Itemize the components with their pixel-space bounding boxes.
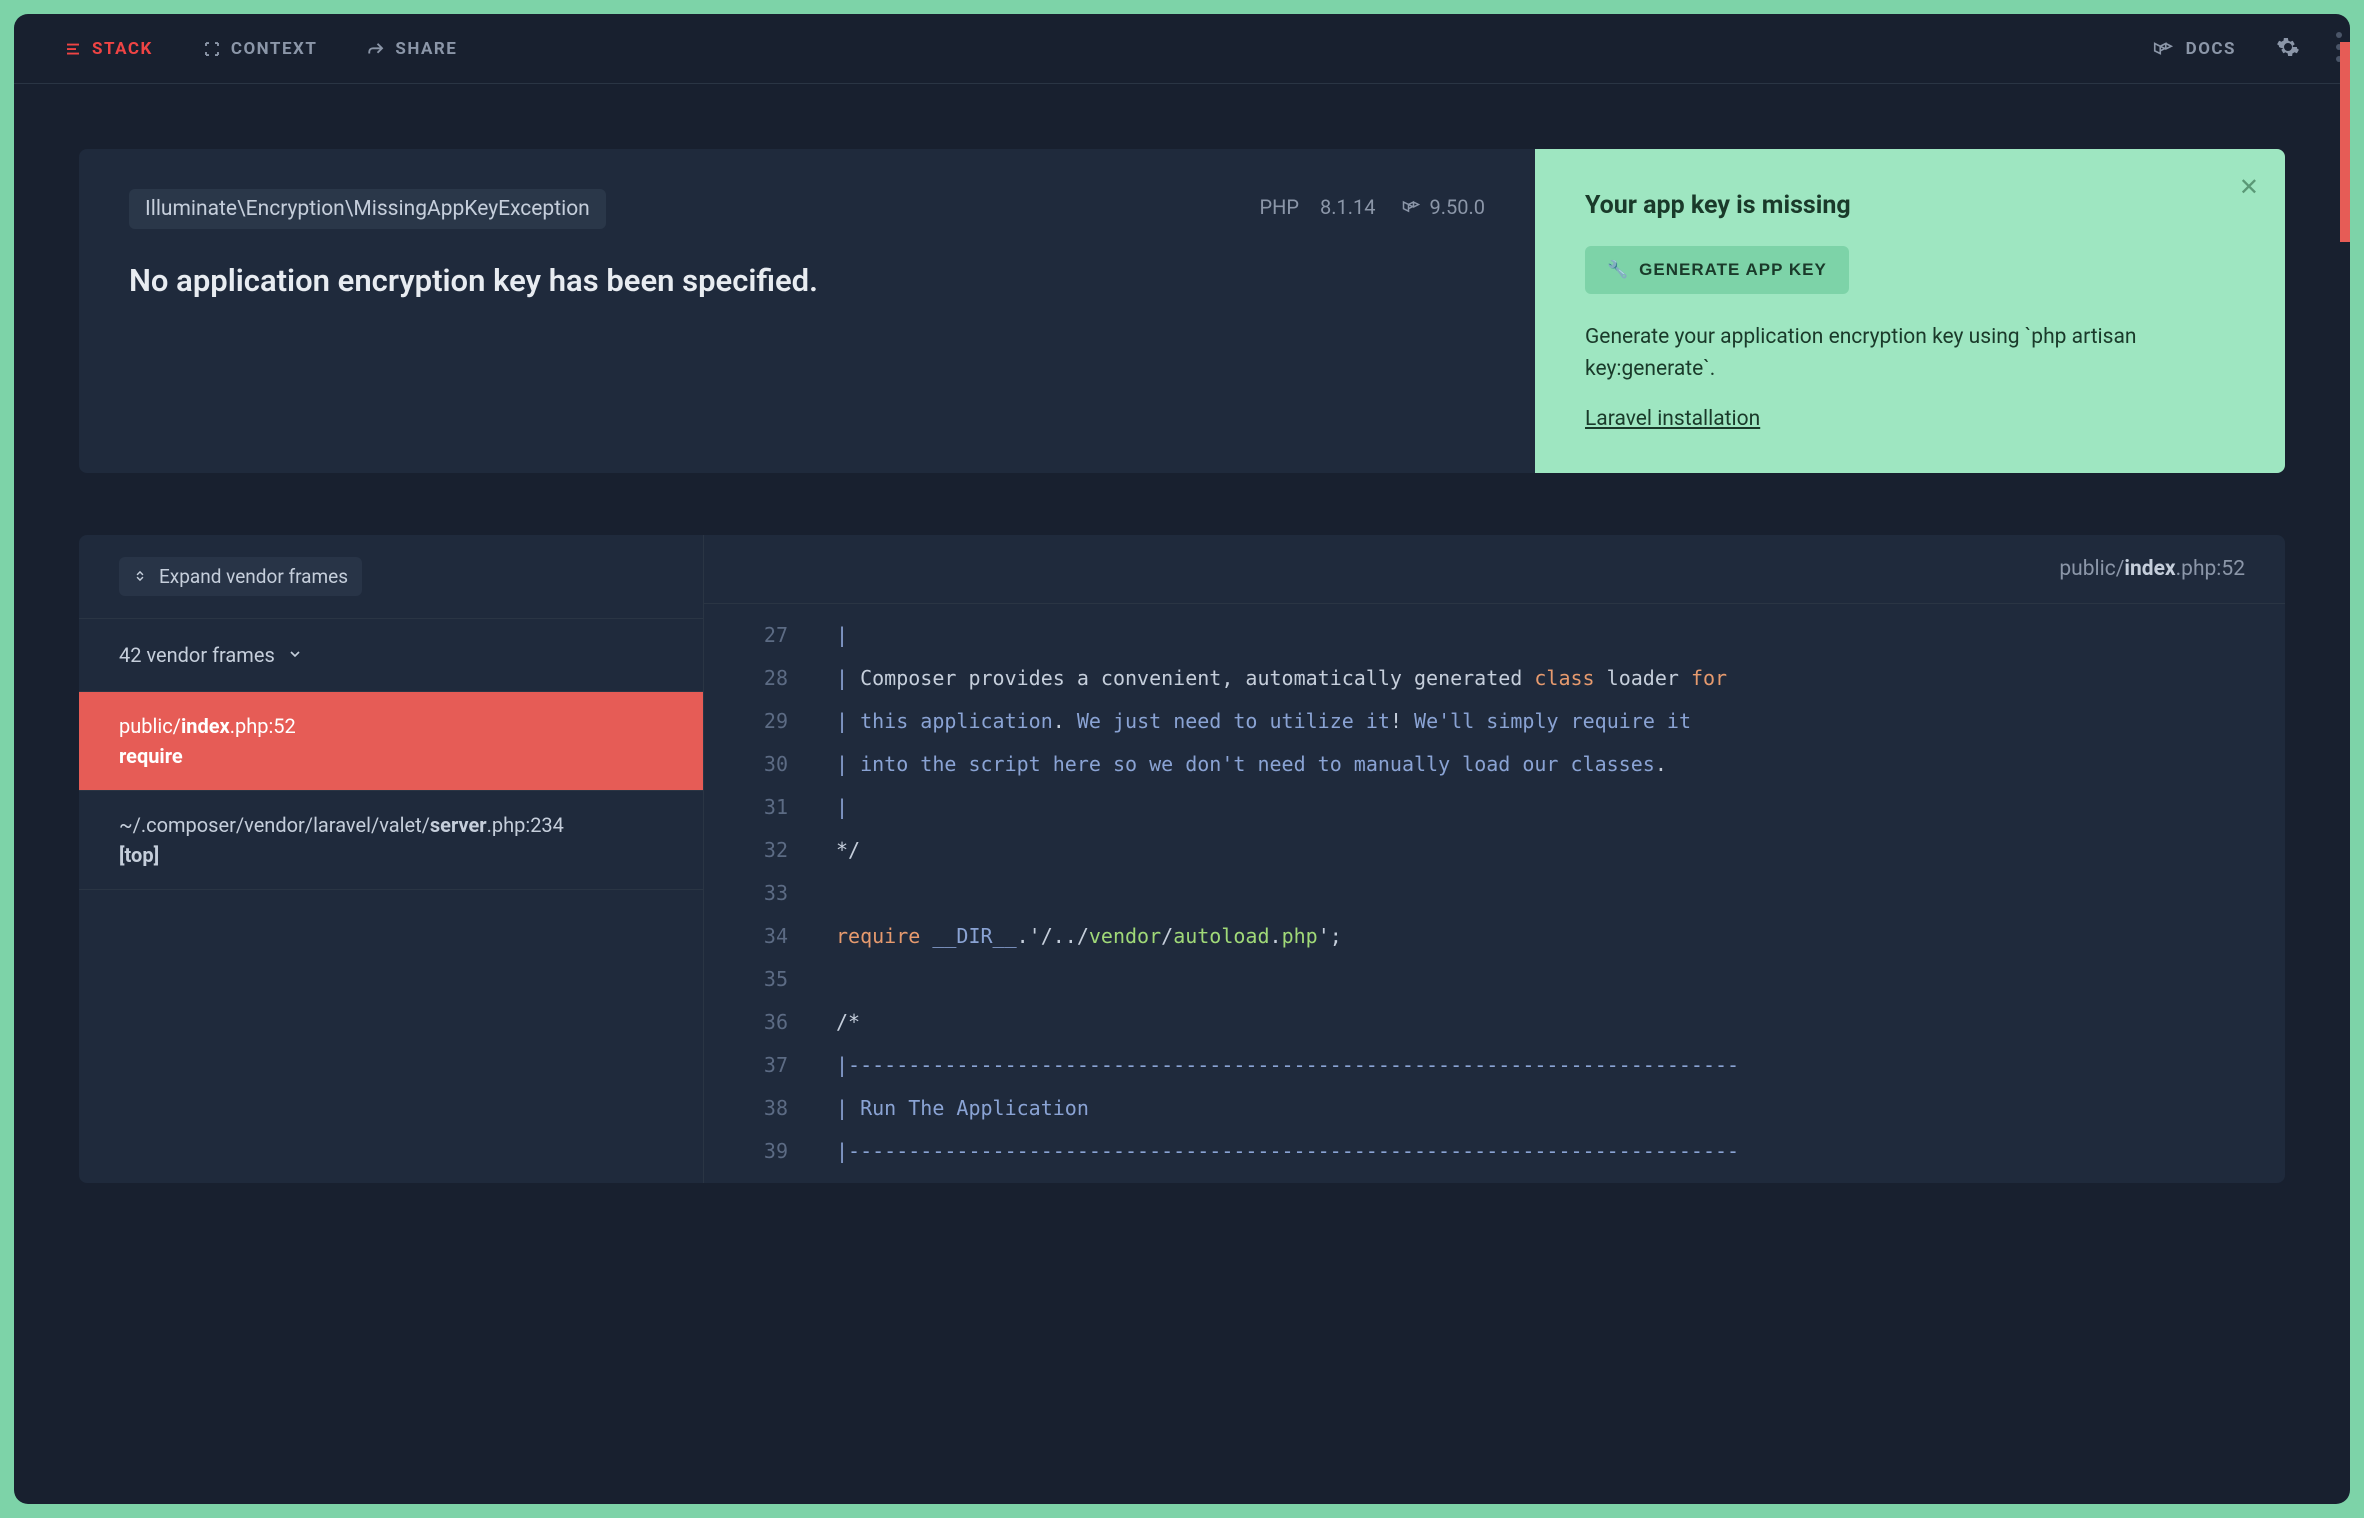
generate-app-key-button[interactable]: 🔧 GENERATE APP KEY bbox=[1585, 246, 1849, 294]
frame-method: require bbox=[119, 744, 663, 768]
expand-bar: Expand vendor frames bbox=[79, 535, 703, 619]
chevron-down-icon bbox=[287, 643, 303, 667]
docs-link[interactable]: DOCS bbox=[2152, 38, 2236, 60]
error-details: PHP 8.1.14 9.50.0 Illuminate\Encryption\… bbox=[79, 149, 1535, 473]
line-number: 38 bbox=[744, 1087, 788, 1130]
laravel-version: 9.50.0 bbox=[1401, 195, 1485, 219]
tab-share-label: SHARE bbox=[395, 39, 457, 59]
wrench-icon: 🔧 bbox=[1607, 260, 1629, 280]
generate-button-label: GENERATE APP KEY bbox=[1639, 260, 1827, 280]
topbar-right: DOCS bbox=[2152, 35, 2300, 63]
gear-icon[interactable] bbox=[2276, 35, 2300, 63]
frame-item[interactable]: public/index.php:52 require bbox=[79, 692, 703, 791]
line-content: | this application. We just need to util… bbox=[836, 700, 1691, 743]
line-content: | bbox=[836, 786, 848, 829]
context-icon bbox=[203, 40, 221, 58]
frame-item[interactable]: ~/.composer/vendor/laravel/valet/server.… bbox=[79, 791, 703, 890]
line-content: | Composer provides a convenient, automa… bbox=[836, 657, 1727, 700]
line-number: 37 bbox=[744, 1044, 788, 1087]
line-number: 39 bbox=[744, 1130, 788, 1173]
php-version: PHP 8.1.14 bbox=[1259, 195, 1375, 219]
expand-vendor-frames-button[interactable]: Expand vendor frames bbox=[119, 557, 362, 596]
topbar-nav: STACK CONTEXT SHARE bbox=[64, 39, 457, 59]
solution-panel: ✕ Your app key is missing 🔧 GENERATE APP… bbox=[1535, 149, 2285, 473]
code-line: 39 |-------------------------------------… bbox=[704, 1130, 2285, 1173]
frame-path: ~/.composer/vendor/laravel/valet/server.… bbox=[119, 813, 663, 837]
line-number: 28 bbox=[744, 657, 788, 700]
close-icon[interactable]: ✕ bbox=[2239, 173, 2259, 201]
code-line: 37 |-------------------------------------… bbox=[704, 1044, 2285, 1087]
content: PHP 8.1.14 9.50.0 Illuminate\Encryption\… bbox=[14, 84, 2350, 1504]
line-number: 35 bbox=[744, 958, 788, 1001]
line-content: /* bbox=[836, 1001, 860, 1044]
tab-context[interactable]: CONTEXT bbox=[203, 39, 318, 59]
laravel-icon bbox=[1401, 197, 1421, 217]
vendor-frames-collapsed[interactable]: 42 vendor frames bbox=[79, 619, 703, 692]
code-line: 36 /* bbox=[704, 1001, 2285, 1044]
tab-share[interactable]: SHARE bbox=[367, 39, 457, 59]
line-content: | Run The Application bbox=[836, 1087, 1089, 1130]
share-icon bbox=[367, 40, 385, 58]
line-content: | bbox=[836, 614, 848, 657]
solution-description: Generate your application encryption key… bbox=[1585, 322, 2235, 385]
line-number: 34 bbox=[744, 915, 788, 958]
code-line: 27 | bbox=[704, 614, 2285, 657]
exception-class: Illuminate\Encryption\MissingAppKeyExcep… bbox=[129, 189, 606, 229]
docs-label: DOCS bbox=[2186, 39, 2236, 59]
error-message: No application encryption key has been s… bbox=[129, 259, 1485, 302]
code-line: 32 */ bbox=[704, 829, 2285, 872]
code-column: public/index.php:52 27 | 28 | Composer prov… bbox=[704, 535, 2285, 1183]
line-content: */ bbox=[836, 829, 860, 872]
error-panel: PHP 8.1.14 9.50.0 Illuminate\Encryption\… bbox=[79, 149, 2285, 473]
solution-title: Your app key is missing bbox=[1585, 191, 2235, 220]
line-content: require __DIR__.'/../vendor/autoload.php… bbox=[836, 915, 1342, 958]
line-number: 27 bbox=[744, 614, 788, 657]
code-line: 34 require __DIR__.'/../vendor/autoload.p… bbox=[704, 915, 2285, 958]
vendor-frames-label: 42 vendor frames bbox=[119, 643, 275, 667]
line-number: 31 bbox=[744, 786, 788, 829]
error-window: STACK CONTEXT SHARE DOCS bbox=[14, 14, 2350, 1504]
code-line: 35 bbox=[704, 958, 2285, 1001]
frames-list: public/index.php:52 require ~/.composer/… bbox=[79, 692, 703, 890]
code-line: 28 | Composer provides a convenient, auto… bbox=[704, 657, 2285, 700]
code-line: 30 | into the script here so we don't nee… bbox=[704, 743, 2285, 786]
code-line: 33 bbox=[704, 872, 2285, 915]
tab-stack-label: STACK bbox=[92, 39, 153, 59]
expand-label: Expand vendor frames bbox=[159, 565, 348, 588]
line-number: 29 bbox=[744, 700, 788, 743]
code-file-path: public/index.php:52 bbox=[704, 535, 2285, 604]
stack-icon bbox=[64, 40, 82, 58]
line-number: 36 bbox=[744, 1001, 788, 1044]
version-info: PHP 8.1.14 9.50.0 bbox=[1259, 195, 1485, 219]
frame-method: [top] bbox=[119, 843, 663, 867]
line-number: 30 bbox=[744, 743, 788, 786]
code-line: 29 | this application. We just need to ut… bbox=[704, 700, 2285, 743]
tab-context-label: CONTEXT bbox=[231, 39, 318, 59]
stack-trace-panel: Expand vendor frames 42 vendor frames pu… bbox=[79, 535, 2285, 1183]
line-content: |---------------------------------------… bbox=[836, 1130, 1739, 1173]
line-number: 33 bbox=[744, 872, 788, 915]
solution-link[interactable]: Laravel installation bbox=[1585, 407, 1760, 431]
frames-column: Expand vendor frames 42 vendor frames pu… bbox=[79, 535, 704, 1183]
code-line: 31 | bbox=[704, 786, 2285, 829]
scrollbar-indicator[interactable] bbox=[2340, 42, 2350, 242]
laravel-icon bbox=[2152, 38, 2174, 60]
tab-stack[interactable]: STACK bbox=[64, 39, 153, 59]
expand-icon bbox=[133, 565, 147, 588]
code-line: 38 | Run The Application bbox=[704, 1087, 2285, 1130]
code-body: 27 | 28 | Composer provides a convenient, a… bbox=[704, 604, 2285, 1183]
line-number: 32 bbox=[744, 829, 788, 872]
topbar: STACK CONTEXT SHARE DOCS bbox=[14, 14, 2350, 84]
line-content: | into the script here so we don't need … bbox=[836, 743, 1667, 786]
line-content: |---------------------------------------… bbox=[836, 1044, 1739, 1087]
frame-path: public/index.php:52 bbox=[119, 714, 663, 738]
